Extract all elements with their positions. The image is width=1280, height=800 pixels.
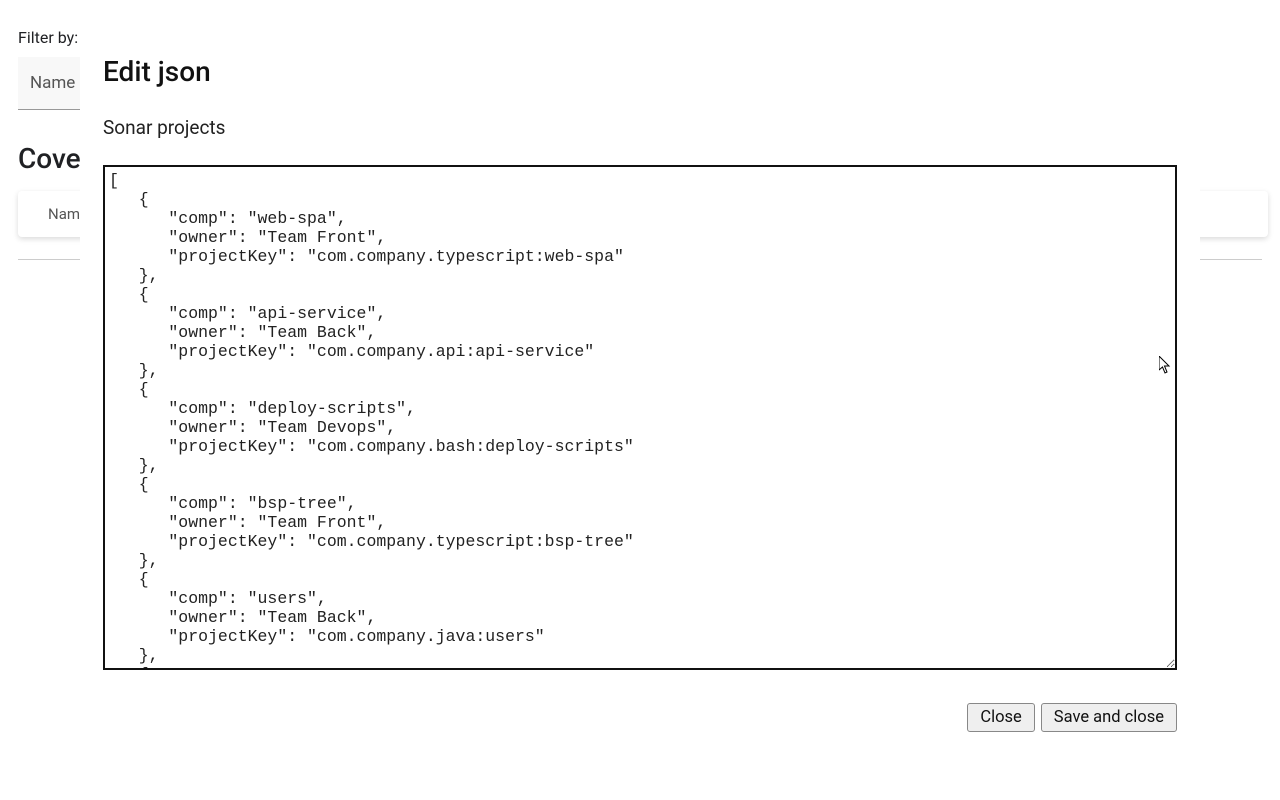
dialog-title: Edit json (103, 55, 1177, 88)
close-button[interactable]: Close (967, 703, 1034, 732)
dialog-subtitle: Sonar projects (103, 116, 1177, 139)
table-header-name: Nam (48, 205, 80, 223)
json-textarea[interactable] (103, 165, 1177, 670)
edit-json-dialog: Edit json Sonar projects Close Save and … (80, 0, 1200, 800)
dialog-button-row: Close Save and close (103, 703, 1177, 732)
save-and-close-button[interactable]: Save and close (1041, 703, 1177, 732)
